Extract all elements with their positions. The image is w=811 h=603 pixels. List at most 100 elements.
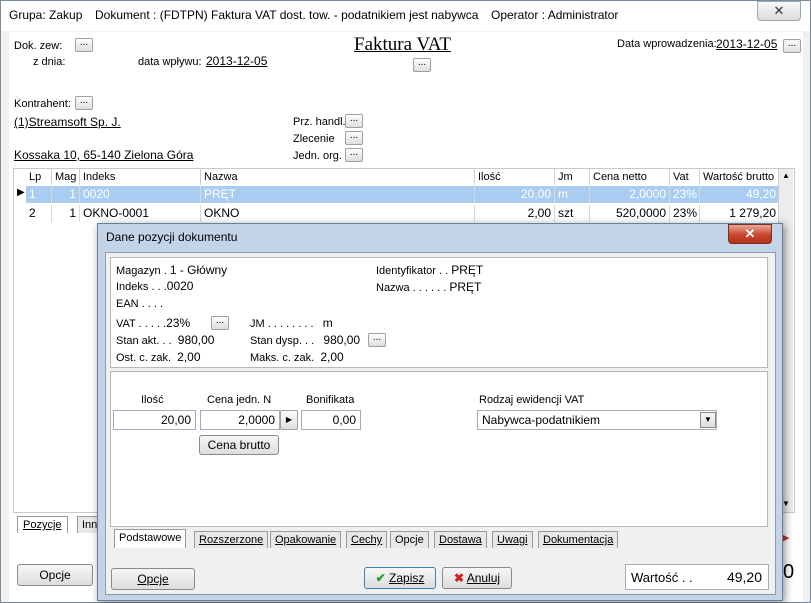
dok-zew-label: Dok. zew: (14, 40, 63, 52)
tab-cechy[interactable]: Cechy (346, 531, 388, 548)
zlecenie-button[interactable]: ... (345, 131, 363, 145)
cell-vat: 23% (670, 186, 700, 203)
wartosc-value: 49,20 (726, 569, 762, 585)
operator-label: Operator : Administrator (491, 8, 619, 22)
tab-opakowanie[interactable]: Opakowanie (270, 531, 342, 548)
document-title: Faktura VAT (354, 34, 451, 55)
prz-handl-label: Prz. handl. (293, 116, 346, 128)
dialog-opcje-button[interactable]: Opcje (111, 568, 195, 590)
stan-dysp-button[interactable]: ... (368, 333, 386, 347)
indeks-label: Indeks . . .0020 (116, 279, 194, 293)
document-label: Dokument : (FDTPN) Faktura VAT dost. tow… (95, 8, 479, 22)
cena-brutto-button[interactable]: Cena brutto (199, 435, 279, 455)
bonifikata-input[interactable]: 0,00 (301, 410, 361, 430)
cell-wartosc: 49,20 (700, 186, 780, 203)
dialog-title: Dane pozycji dokumentu (106, 230, 238, 244)
tab-inne-label: Inn (82, 519, 98, 531)
col-jm[interactable]: Jm (555, 169, 590, 185)
col-ilosc[interactable]: Ilość (475, 169, 555, 185)
entry-box: Ilość 20,00 Cena jedn. N 2,0000 ▶ Bonifi… (110, 371, 768, 527)
identyfikator-label: Identyfikator . . PRĘT (376, 263, 484, 277)
col-vat[interactable]: Vat (670, 169, 700, 185)
ilosc-label: Ilość (141, 394, 164, 406)
cena-jedn-label: Cena jedn. N (207, 394, 272, 406)
col-lp[interactable]: Lp (14, 169, 52, 185)
tab-dokumentacja[interactable]: Dokumentacja (538, 531, 619, 548)
cena-jedn-arrow-icon[interactable]: ▶ (280, 410, 298, 430)
dok-zew-button[interactable]: ... (75, 38, 93, 52)
position-dialog: Dane pozycji dokumentu ✕ Magazyn . 1 - G… (97, 223, 783, 601)
jm-label: JM . . . . . . . . m (250, 316, 333, 330)
check-icon: ✔ (375, 571, 386, 585)
cross-icon: ✖ (453, 571, 465, 585)
ean-label: EAN . . . . (116, 298, 164, 310)
cell-jm: m (555, 186, 590, 203)
cena-jedn-input[interactable]: 2,0000 (200, 410, 280, 430)
wartosc-field: Wartość . . 49,20 (625, 564, 769, 590)
tab-rozszerzone[interactable]: Rozszerzone (194, 531, 269, 548)
anuluj-button[interactable]: ✖ Anuluj (442, 567, 512, 589)
cell-mag: 1 (52, 186, 80, 203)
data-wprowadzenia-label: Data wprowadzenia: (617, 38, 717, 50)
tab-podstawowe[interactable]: Podstawowe (114, 529, 187, 548)
vat-label: VAT . . . . .23% (116, 316, 191, 330)
cell-nazwa: OKNO (201, 205, 475, 222)
tab-opcje[interactable]: Opcje (390, 531, 429, 548)
cell-lp: 2 (26, 205, 52, 222)
tab-uwagi[interactable]: Uwagi (492, 531, 533, 548)
cell-ilosc: 2,00 (475, 205, 555, 222)
zapisz-button[interactable]: ✔ Zapisz (364, 567, 436, 589)
kontrahent-button[interactable]: ... (75, 96, 93, 110)
cell-mag: 1 (52, 205, 80, 222)
jedn-org-button[interactable]: ... (345, 148, 363, 162)
data-wprowadzenia-value[interactable]: 2013-12-05 (716, 37, 777, 51)
rodzaj-ewidencji-select[interactable]: Nabywca-podatnikiem (477, 410, 717, 430)
cell-nazwa: PRĘT (201, 186, 475, 203)
cell-jm: szt (555, 205, 590, 222)
chevron-down-icon[interactable]: ▼ (700, 412, 716, 428)
data-wprowadzenia-button[interactable]: ... (783, 39, 801, 53)
stan-dysp-label: Stan dysp. . . 980,00 (250, 333, 361, 347)
col-mag[interactable]: Mag (52, 169, 80, 185)
ilosc-input[interactable]: 20,00 (113, 410, 196, 430)
cell-cena: 520,0000 (590, 205, 670, 222)
kontrahent-name[interactable]: (1)Streamsoft Sp. J. (14, 115, 121, 129)
cell-wartosc: 1 279,20 (700, 205, 780, 222)
nazwa-label: Nazwa . . . . . . PRĘT (376, 280, 482, 294)
title-options-button[interactable]: ... (413, 58, 431, 72)
right-digit: 0 (783, 561, 795, 583)
tab-pozycje-label: Pozycje (23, 519, 62, 531)
jedn-org-label: Jedn. org. (293, 150, 342, 162)
tab-dostawa[interactable]: Dostawa (434, 531, 487, 548)
tab-pozycje[interactable]: Pozycje (17, 516, 68, 533)
row-pointer-icon: ▶ (17, 187, 25, 198)
col-indeks[interactable]: Indeks (80, 169, 201, 185)
prz-handl-button[interactable]: ... (345, 114, 363, 128)
opcje-button[interactable]: Opcje (17, 564, 93, 586)
title-bar: Grupa: Zakup Dokument : (FDTPN) Faktura … (1, 1, 810, 31)
scroll-down-icon[interactable]: ▼ (782, 499, 790, 508)
vat-button[interactable]: ... (211, 316, 229, 330)
kontrahent-address[interactable]: Kossaka 10, 65-140 Zielona Góra (14, 148, 193, 162)
scroll-up-icon[interactable]: ▲ (782, 171, 790, 180)
close-button[interactable]: ✕ (757, 1, 801, 21)
group-label: Grupa: Zakup (9, 8, 83, 22)
cell-cena: 2,0000 (590, 186, 670, 203)
col-cena[interactable]: Cena netto (590, 169, 670, 185)
z-dnia-label: z dnia: (33, 56, 66, 68)
dialog-close-button[interactable]: ✕ (728, 224, 772, 244)
col-wartosc[interactable]: Wartość brutto (700, 169, 780, 185)
col-nazwa[interactable]: Nazwa (201, 169, 475, 185)
cell-indeks: OKNO-0001 (80, 205, 201, 222)
zlecenie-label: Zlecenie (293, 133, 335, 145)
ost-c-zak-label: Ost. c. zak. 2,00 (116, 350, 201, 364)
item-info-box: Magazyn . 1 - Główny Indeks . . .0020 EA… (110, 257, 768, 368)
kontrahent-label: Kontrahent: (14, 98, 71, 110)
data-wplywu-value[interactable]: 2013-12-05 (206, 54, 267, 68)
cell-lp: 1 (26, 186, 52, 203)
cell-indeks: 0020 (80, 186, 201, 203)
stan-akt-label: Stan akt. . . 980,00 (116, 333, 215, 347)
data-wplywu-label: data wpływu: (138, 56, 202, 68)
cell-vat: 23% (670, 205, 700, 222)
dialog-body: Magazyn . 1 - Główny Indeks . . .0020 EA… (105, 252, 776, 595)
